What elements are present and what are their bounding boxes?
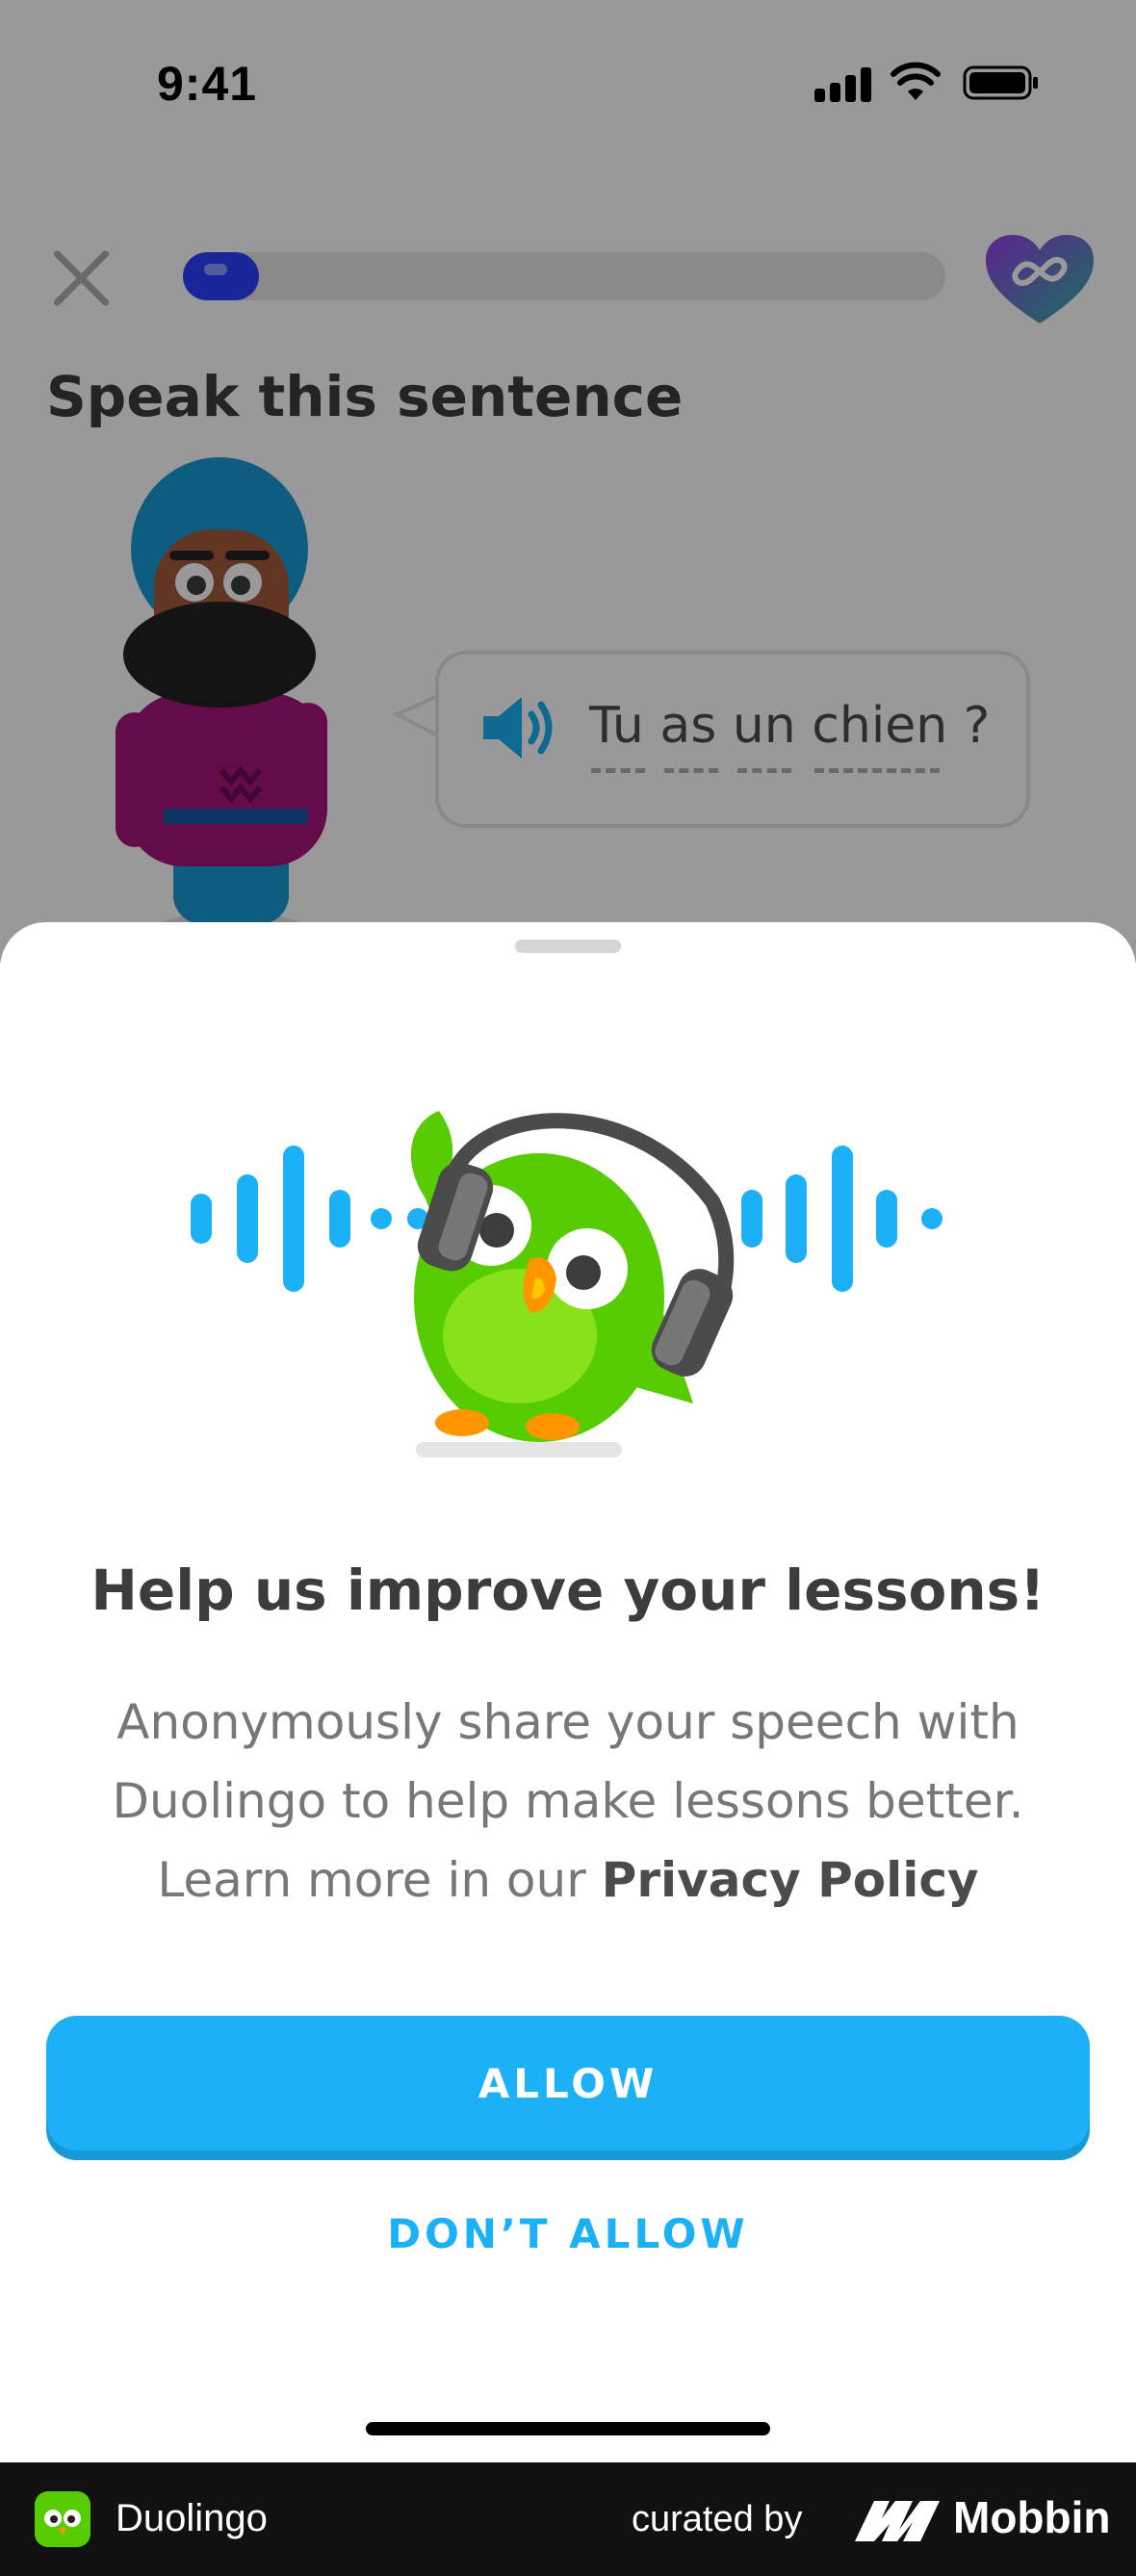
description-line: Anonymously share your speech with <box>116 1694 1020 1750</box>
allow-button[interactable]: ALLOW <box>46 2016 1090 2151</box>
mobbin-logo-icon <box>855 2501 940 2541</box>
description-line: Duolingo to help make lessons better. <box>112 1773 1024 1829</box>
sheet-description: Anonymously share your speech with Duoli… <box>87 1683 1049 1919</box>
sheet-title: Help us improve your lessons! <box>90 1558 1046 1623</box>
dont-allow-button[interactable]: DON’T ALLOW <box>327 2185 809 2281</box>
dont-allow-button-label: DON’T ALLOW <box>387 2209 749 2257</box>
owl-headphones-illustration <box>191 1111 942 1457</box>
curated-by-label: curated by <box>632 2499 803 2539</box>
permission-sheet: Help us improve your lessons! Anonymousl… <box>0 922 1136 2462</box>
mobbin-brand: Mobbin <box>953 2492 1111 2542</box>
mobbin-footer: Duolingo curated by Mobbin <box>0 2462 1136 2576</box>
app-name: Duolingo <box>116 2497 268 2539</box>
sheet-grabber[interactable] <box>515 940 621 953</box>
duolingo-app-icon <box>35 2491 90 2547</box>
home-indicator[interactable] <box>366 2422 770 2435</box>
modal-scrim[interactable] <box>0 0 1136 963</box>
allow-button-label: ALLOW <box>478 2059 658 2107</box>
description-prefix: Learn more in our <box>157 1852 602 1908</box>
privacy-policy-link[interactable]: Privacy Policy <box>602 1852 979 1908</box>
description-line: Learn more in our Privacy Policy <box>87 1841 1049 1919</box>
